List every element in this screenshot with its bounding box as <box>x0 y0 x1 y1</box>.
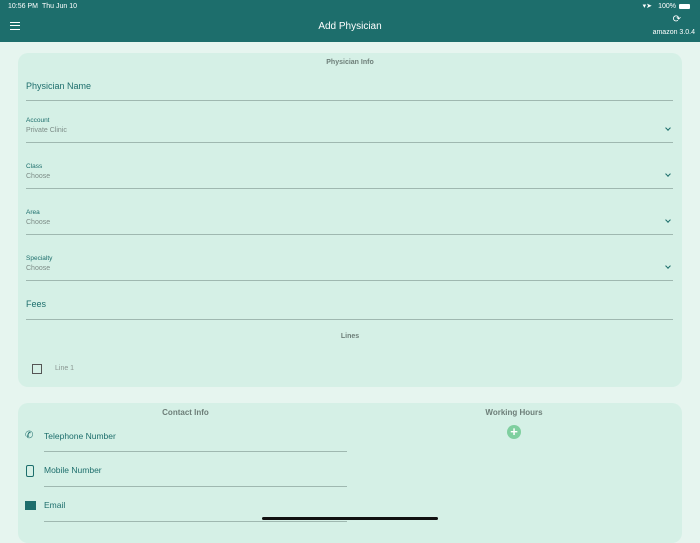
sync-icon[interactable]: ⟳ <box>673 14 681 25</box>
field-label: Account <box>26 117 50 124</box>
specialty-select[interactable]: Specialty Choose <box>26 254 673 281</box>
phone-icon: ✆ <box>25 430 34 441</box>
lines-title: Lines <box>340 333 360 340</box>
status-date: Thu Jun 10 <box>42 3 78 10</box>
physician-info-card: Physician Info Physician Name Account Pr… <box>18 53 682 387</box>
status-battery: 100% <box>658 3 676 10</box>
account-select[interactable]: Account Private Clinic <box>26 116 673 143</box>
field-value: Choose <box>26 173 51 180</box>
field-label: Physician Name <box>26 81 92 91</box>
add-working-hours-button[interactable]: + <box>507 425 521 439</box>
telephone-field[interactable]: Telephone Number <box>44 430 347 452</box>
working-hours-title: Working Hours <box>485 408 543 417</box>
field-label: Class <box>26 163 43 170</box>
app-header: 10:56 PM Thu Jun 10 100% ▾➤ Add Physicia… <box>0 0 700 42</box>
line-1-label: Line 1 <box>55 365 75 372</box>
status-time: 10:56 PM <box>8 3 38 10</box>
contact-card: Contact Info Working Hours + ✆ Telephone… <box>18 403 682 543</box>
field-value: Choose <box>26 265 51 272</box>
field-value: Choose <box>26 219 51 226</box>
field-value: Private Clinic <box>26 127 67 134</box>
field-label: Fees <box>26 299 47 309</box>
battery-icon <box>679 4 690 9</box>
field-label: Telephone Number <box>44 431 116 441</box>
mobile-icon <box>26 465 34 477</box>
line-1-checkbox[interactable] <box>32 364 42 374</box>
mobile-field[interactable]: Mobile Number <box>44 464 347 487</box>
chevron-down-icon <box>665 217 671 223</box>
email-icon <box>25 501 36 510</box>
section-title: Physician Info <box>326 59 374 66</box>
app-version: amazon 3.0.4 <box>652 29 695 36</box>
page-title: Add Physician <box>318 21 382 32</box>
field-label: Area <box>26 209 40 216</box>
fees-field[interactable]: Fees <box>26 298 673 320</box>
class-select[interactable]: Class Choose <box>26 162 673 189</box>
area-select[interactable]: Area Choose <box>26 208 673 235</box>
wifi-icon: ▾➤ <box>642 3 652 10</box>
field-label: Mobile Number <box>44 465 102 475</box>
home-indicator <box>262 517 438 520</box>
field-label: Specialty <box>26 255 53 262</box>
chevron-down-icon <box>665 171 671 177</box>
field-label: Email <box>44 500 66 510</box>
physician-name-field[interactable]: Physician Name <box>26 79 673 101</box>
chevron-down-icon <box>665 125 671 131</box>
contact-title: Contact Info <box>162 408 209 417</box>
chevron-down-icon <box>665 263 671 269</box>
